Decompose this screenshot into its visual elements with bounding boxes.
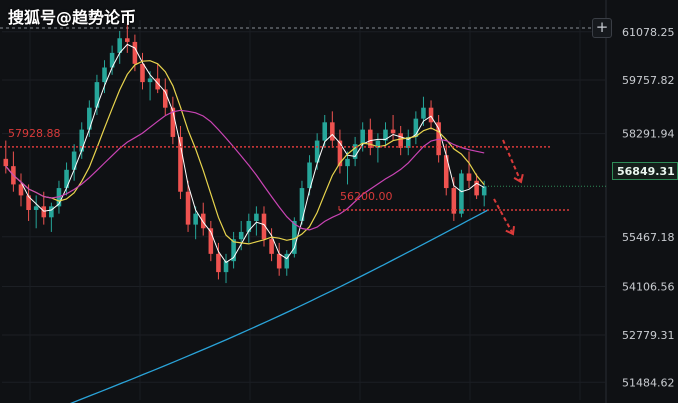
candle-body [330, 122, 335, 141]
chart-stage: 61078.25 59757.82 58291.94 55467.18 54106.56… [0, 0, 678, 403]
candlestick-chart[interactable]: 61078.25 59757.82 58291.94 55467.18 54106.56… [0, 0, 678, 403]
candle-body [360, 129, 365, 145]
y-tick-label: 54106.56 [622, 280, 675, 293]
candle-body [398, 133, 403, 148]
candle-body [49, 206, 54, 218]
candle-body [41, 206, 47, 218]
candle-body [276, 253, 282, 269]
candle-body [254, 213, 259, 221]
candle-body [102, 67, 107, 83]
candle-body [200, 213, 206, 229]
level-label-resistance: 57928.88 [8, 127, 61, 140]
candle-body [132, 41, 138, 64]
candle-body [421, 107, 426, 119]
current-price-badge: 56849.31 [612, 162, 678, 180]
y-tick-label: 58291.94 [622, 128, 675, 141]
level-label-support: 56200.00 [340, 190, 393, 203]
candle-body [94, 82, 100, 108]
ma-fast-line [5, 43, 485, 264]
y-tick-label: 55467.18 [622, 231, 675, 244]
candle-body [238, 231, 244, 240]
candle-body [147, 78, 153, 83]
candle-body [185, 191, 191, 225]
candle-body [269, 239, 274, 254]
candle-body [216, 253, 221, 273]
candle-body [322, 122, 328, 141]
candle-body [3, 158, 9, 167]
candle-body [390, 129, 396, 134]
candle-body [125, 38, 130, 42]
add-indicator-button[interactable]: + [592, 18, 612, 38]
projection-arrow-lower [493, 198, 514, 235]
candle-body [345, 158, 350, 167]
y-tick-label: 52779.31 [622, 329, 675, 342]
ma-slow-line [5, 109, 485, 231]
candle-body [459, 173, 464, 214]
ma-mid-line [5, 60, 485, 245]
y-tick-label: 61078.25 [622, 26, 675, 39]
y-tick-label: 59757.82 [622, 74, 675, 87]
candle-body [193, 213, 198, 225]
projection-arrow-lower-head [505, 225, 515, 236]
candle-body [79, 129, 85, 152]
candle-body [87, 107, 92, 130]
y-tick-label: 51484.62 [622, 376, 675, 389]
candle-body [140, 63, 145, 83]
candle-body [481, 186, 487, 196]
watermark: 搜狐号@趋势论币 [8, 8, 137, 27]
candle-body [71, 151, 77, 170]
ma-long-line [69, 209, 489, 403]
candle-body [466, 173, 472, 181]
candle-body [428, 107, 434, 123]
candle-body [33, 206, 39, 210]
